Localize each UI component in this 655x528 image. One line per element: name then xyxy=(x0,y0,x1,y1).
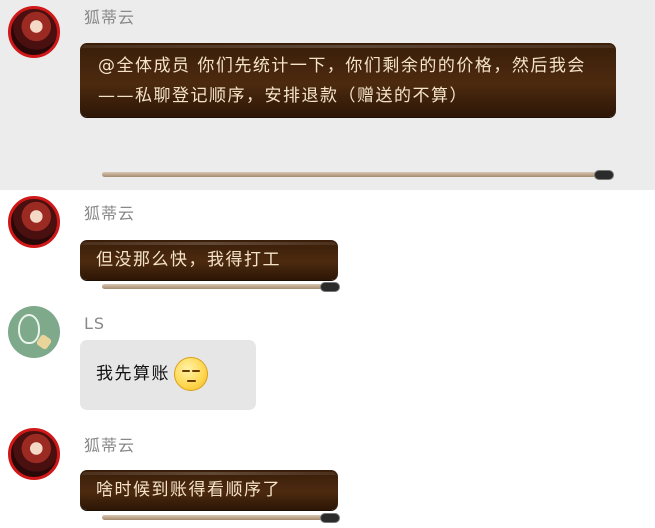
chat-message-list: 狐蒂云 @全体成员 你们先统计一下，你们剩余的的价格，然后我会——私聊登记顺序，… xyxy=(0,0,655,528)
message-bubble[interactable]: 我先算账 xyxy=(80,340,256,410)
sender-name: 狐蒂云 xyxy=(84,8,136,27)
avatar[interactable] xyxy=(8,6,60,58)
avatar[interactable] xyxy=(8,196,60,248)
message-text: 我先算账 xyxy=(96,364,170,384)
sender-name: LS xyxy=(84,314,106,333)
avatar[interactable] xyxy=(8,306,60,358)
bubble-badge-icon xyxy=(320,513,340,523)
bubble-ornament xyxy=(102,284,322,289)
message-bubble[interactable]: 但没那么快，我得打工 xyxy=(80,240,338,280)
message-bubble[interactable]: 啥时候到账得看顺序了 xyxy=(80,470,338,510)
bubble-badge-icon xyxy=(320,282,340,292)
message-row: 狐蒂云 啥时候到账得看顺序了 xyxy=(0,422,655,528)
sender-name: 狐蒂云 xyxy=(84,436,136,455)
message-row: 狐蒂云 但没那么快，我得打工 xyxy=(0,190,655,295)
message-bubble[interactable]: @全体成员 你们先统计一下，你们剩余的的价格，然后我会——私聊登记顺序，安排退款… xyxy=(80,43,616,117)
sleepy-face-emoji-icon xyxy=(174,357,208,391)
avatar[interactable] xyxy=(8,428,60,480)
message-row: 狐蒂云 @全体成员 你们先统计一下，你们剩余的的价格，然后我会——私聊登记顺序，… xyxy=(0,0,655,190)
bubble-ornament xyxy=(102,172,596,177)
bubble-ornament xyxy=(102,515,322,520)
bubble-badge-icon xyxy=(594,170,614,180)
message-row: LS 我先算账 xyxy=(0,300,655,422)
sender-name: 狐蒂云 xyxy=(84,204,136,223)
face-outline-icon xyxy=(18,314,40,344)
